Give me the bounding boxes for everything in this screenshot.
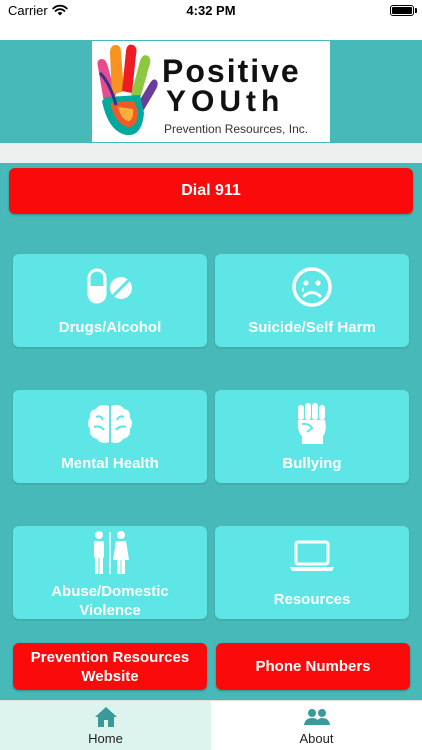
sad-face-icon xyxy=(292,267,332,307)
tile-abuse-label-line2: Violence xyxy=(79,602,141,619)
logo-line-youth: YOUth xyxy=(166,85,285,118)
tab-home-label: Home xyxy=(88,731,123,746)
tab-about[interactable]: About xyxy=(211,701,422,750)
clock: 4:32 PM xyxy=(186,3,236,18)
home-icon xyxy=(94,707,117,727)
colorful-hands-icon xyxy=(97,44,158,136)
tile-resources-label: Resources xyxy=(273,591,351,608)
fist-icon xyxy=(297,403,326,444)
tile-suicide-self-harm[interactable]: Suicide/Self Harm xyxy=(215,254,409,347)
restroom-icon xyxy=(94,531,129,574)
tile-resources[interactable]: Resources xyxy=(215,526,409,619)
tile-abuse-label-line1: Abuse/Domestic xyxy=(51,583,169,600)
website-button-line2: Website xyxy=(81,667,139,685)
tile-bullying-label: Bullying xyxy=(282,455,342,472)
prevention-resources-website-button[interactable]: Prevention Resources Website xyxy=(13,643,207,690)
status-bar: Carrier 4:32 PM xyxy=(0,0,422,22)
tile-abuse-label: Abuse/Domestic Violence xyxy=(13,582,207,620)
website-button-line1: Prevention Resources xyxy=(30,648,190,666)
tile-suicide-self-harm-label: Suicide/Self Harm xyxy=(248,319,376,336)
tab-bar: Home About xyxy=(0,700,422,750)
tile-mental-health[interactable]: Mental Health xyxy=(13,390,207,483)
tile-mental-health-label: Mental Health xyxy=(61,455,159,472)
dial-911-button[interactable]: Dial 911 xyxy=(9,168,413,214)
divider-band xyxy=(0,143,422,163)
tab-home[interactable]: Home xyxy=(0,701,211,750)
tab-about-label: About xyxy=(299,731,334,746)
battery-icon xyxy=(390,5,417,16)
logo-subtitle: Prevention Resources, Inc. xyxy=(164,122,309,136)
phone-numbers-button[interactable]: Phone Numbers xyxy=(216,643,410,690)
laptop-icon xyxy=(290,540,334,571)
users-icon xyxy=(303,709,330,725)
pills-icon xyxy=(87,268,132,304)
tile-bullying[interactable]: Bullying xyxy=(215,390,409,483)
tile-drugs-alcohol[interactable]: Drugs/Alcohol xyxy=(13,254,207,347)
tile-abuse-domestic-violence[interactable]: Abuse/Domestic Violence xyxy=(13,526,207,619)
brain-icon xyxy=(88,405,132,443)
tile-drugs-alcohol-label: Drugs/Alcohol xyxy=(58,319,162,336)
logo: Positive YOUth Prevention Resources, Inc… xyxy=(92,41,330,142)
